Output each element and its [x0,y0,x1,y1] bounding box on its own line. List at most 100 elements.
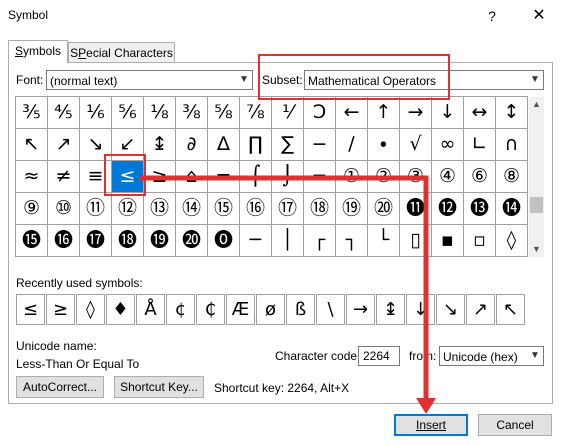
symbol-cell[interactable]: ⑧ [496,161,528,193]
symbol-cell[interactable]: ┌ [304,225,336,257]
symbol-cell[interactable]: ⑲ [336,193,368,225]
symbol-cell[interactable]: └ [368,225,400,257]
recent-symbol-cell[interactable]: ↗ [466,294,495,325]
symbol-cell[interactable]: ⌂ [176,161,208,193]
symbol-grid-scrollbar[interactable]: ▲ ▼ [529,97,544,257]
recent-symbol-cell[interactable]: ♦ [106,294,135,325]
symbol-cell[interactable]: ↗ [48,129,80,161]
recent-symbol-cell[interactable]: ≥ [46,294,75,325]
symbol-cell[interactable]: ∙ [368,129,400,161]
character-code-input[interactable]: 2264 [358,346,400,366]
symbol-cell[interactable]: ⑱ [304,193,336,225]
symbol-cell[interactable]: ⓳ [144,225,176,257]
symbol-cell[interactable]: ⅜ [176,97,208,129]
symbol-cell[interactable]: ⓮ [496,193,528,225]
recent-symbol-cell[interactable]: → [346,294,375,325]
symbol-cell[interactable]: ┐ [336,225,368,257]
symbol-cell[interactable]: ⑬ [144,193,176,225]
symbol-cell[interactable]: ▫ [464,225,496,257]
symbol-cell[interactable]: ∏ [240,129,272,161]
symbol-cell[interactable]: √ [400,129,432,161]
recent-symbol-cell[interactable]: ◊ [76,294,105,325]
recent-symbol-cell[interactable]: ↘ [436,294,465,325]
symbol-cell[interactable]: ⅛ [144,97,176,129]
symbol-cell[interactable]: ↓ [432,97,464,129]
symbol-cell[interactable]: ─ [304,161,336,193]
symbol-cell[interactable]: ⅞ [240,97,272,129]
symbol-cell[interactable]: ≥ [144,161,176,193]
recent-symbol-cell[interactable]: Æ [226,294,255,325]
symbol-cell[interactable]: ↖ [16,129,48,161]
symbol-cell[interactable]: ≠ [48,161,80,193]
shortcut-key-button[interactable]: Shortcut Key... [114,376,204,398]
symbol-cell[interactable]: ─ [240,225,272,257]
tab-special-characters[interactable]: SPecial Characters [68,42,175,62]
recent-symbol-cell[interactable]: ¢ [166,294,195,325]
recent-symbol-cell[interactable]: ↨ [376,294,405,325]
scroll-down-icon[interactable]: ▼ [529,242,544,257]
symbol-cell[interactable]: ⑳ [368,193,400,225]
symbol-cell[interactable]: ◊ [496,225,528,257]
symbol-cell[interactable]: ↔ [464,97,496,129]
symbol-cell[interactable]: ⑭ [176,193,208,225]
symbol-cell[interactable]: ▪ [432,225,464,257]
symbol-cell[interactable]: ∆ [208,129,240,161]
recent-symbol-cell[interactable]: ≤ [16,294,45,325]
symbol-cell[interactable]: │ [272,225,304,257]
symbol-cell[interactable]: ∩ [496,129,528,161]
symbol-cell[interactable]: ⓭ [464,193,496,225]
symbol-cell[interactable]: ↕ [496,97,528,129]
symbol-cell[interactable]: ∂ [176,129,208,161]
recent-symbol-cell[interactable]: \ [316,294,345,325]
symbol-cell[interactable]: ≈ [16,161,48,193]
recent-symbol-cell[interactable]: ↓ [406,294,435,325]
autocorrect-button[interactable]: AutoCorrect... [16,376,104,398]
symbol-cell[interactable]: ↨ [144,129,176,161]
cancel-button[interactable]: Cancel [478,414,552,436]
recent-symbol-cell[interactable]: ₵ [196,294,225,325]
symbol-cell[interactable]: ① [336,161,368,193]
symbol-cell[interactable]: ⓯ [16,225,48,257]
symbol-cell[interactable]: ⓿ [208,225,240,257]
symbol-cell[interactable]: ∞ [432,129,464,161]
from-dropdown[interactable]: Unicode (hex) ▼ [439,346,544,366]
symbol-cell[interactable]: ⓴ [176,225,208,257]
close-button[interactable]: ✕ [526,5,552,27]
symbol-cell[interactable]: Ↄ [304,97,336,129]
symbol-cell[interactable]: ③ [400,161,432,193]
symbol-cell[interactable]: ⌠ [240,161,272,193]
recent-symbol-cell[interactable]: ß [286,294,315,325]
symbol-cell[interactable]: ⑪ [80,193,112,225]
symbol-cell[interactable]: ⅝ [208,97,240,129]
symbol-cell[interactable]: ⅘ [48,97,80,129]
symbol-cell[interactable]: ⑥ [464,161,496,193]
symbol-cell[interactable]: − [304,129,336,161]
help-button[interactable]: ? [480,5,504,27]
recent-symbol-cell[interactable]: Å [136,294,165,325]
symbol-cell[interactable]: ⑯ [240,193,272,225]
symbol-cell[interactable]: ⌐ [208,161,240,193]
symbol-cell[interactable]: ∟ [464,129,496,161]
symbol-cell[interactable]: ⑫ [112,193,144,225]
symbol-cell[interactable]: ⓬ [432,193,464,225]
symbol-cell[interactable]: ⅟ [272,97,304,129]
symbol-cell[interactable]: ⅗ [16,97,48,129]
symbol-cell[interactable]: ⓲ [112,225,144,257]
symbol-cell[interactable]: → [400,97,432,129]
recent-symbol-cell[interactable]: ↖ [496,294,525,325]
symbol-cell[interactable]: ▯ [400,225,432,257]
symbol-cell[interactable]: ④ [432,161,464,193]
recent-symbol-cell[interactable]: ø [256,294,285,325]
symbol-cell[interactable]: ⑨ [16,193,48,225]
scroll-up-icon[interactable]: ▲ [529,97,544,112]
symbol-cell[interactable]: ⅚ [112,97,144,129]
symbol-cell[interactable]: ∕ [336,129,368,161]
symbol-cell[interactable]: ⑩ [48,193,80,225]
symbol-cell[interactable]: ⑮ [208,193,240,225]
symbol-cell[interactable]: ⓫ [400,193,432,225]
symbol-cell[interactable]: ← [336,97,368,129]
insert-button[interactable]: Insert [394,414,468,436]
symbol-cell[interactable]: ⓱ [80,225,112,257]
symbol-cell[interactable]: ⅙ [80,97,112,129]
tab-symbols[interactable]: Symbols [8,40,68,63]
